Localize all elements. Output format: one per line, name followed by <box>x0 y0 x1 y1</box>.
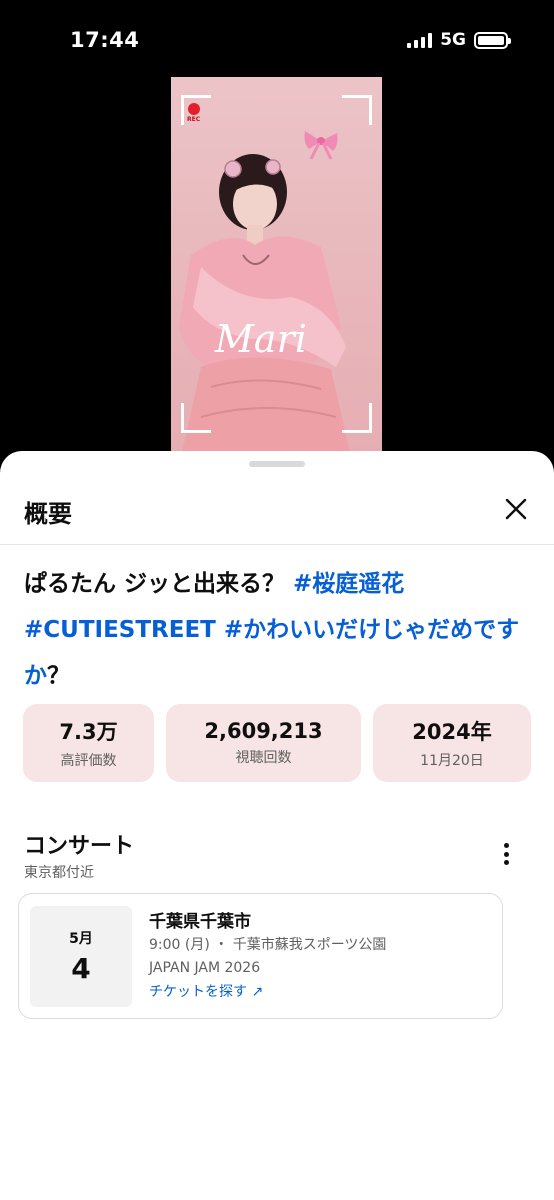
stat-value: 2,609,213 <box>204 719 323 743</box>
stat-label: 視聴回数 <box>235 750 292 766</box>
ribbon-icon <box>304 131 338 160</box>
frame-corner-top-left <box>181 95 211 125</box>
stat-date: 2024年 11月20日 <box>373 704 531 782</box>
description-sheet: 概要 ぱるたん ジッと出来る？ #桜庭遥花 #CUTIESTREET #かわいい… <box>0 451 554 1200</box>
status-bar: 17:44 5G <box>0 0 554 80</box>
description-text: ？ <box>47 663 70 689</box>
network-label: 5G <box>440 30 466 50</box>
event-date: 5月 4 <box>30 906 132 1007</box>
concert-event-card[interactable]: 5月 4 千葉県千葉市 9:00 (月) ・ 千葉市蘇我スポーツ公園 JAPAN… <box>18 893 503 1019</box>
hashtag-link[interactable]: #CUTIESTREET <box>24 617 216 643</box>
video-player[interactable]: REC Mari <box>171 77 382 457</box>
frame-corner-bottom-left <box>181 403 211 433</box>
stat-value: 2024年 <box>412 720 492 744</box>
more-vert-icon[interactable] <box>496 840 516 868</box>
stat-value: 7.3万 <box>59 720 118 744</box>
signal-icon <box>407 32 433 48</box>
stat-likes: 7.3万 高評価数 <box>23 704 154 782</box>
event-info: 千葉県千葉市 9:00 (月) ・ 千葉市蘇我スポーツ公園 JAPAN JAM … <box>149 910 386 1004</box>
stat-label: 高評価数 <box>60 753 117 769</box>
video-description: ぱるたん ジッと出来る？ #桜庭遥花 #CUTIESTREET #かわいいだけじ… <box>24 561 534 699</box>
event-city: 千葉県千葉市 <box>149 912 251 932</box>
hashtag-link[interactable]: #桜庭遥花 <box>293 571 404 597</box>
concert-section-title: コンサート <box>24 834 135 859</box>
status-time: 17:44 <box>70 28 140 52</box>
event-day: 4 <box>71 952 91 985</box>
stat-label: 11月20日 <box>420 753 484 769</box>
video-logo: Mari <box>215 317 307 361</box>
sheet-title: 概要 <box>24 500 72 528</box>
battery-icon <box>474 31 511 49</box>
event-time-venue: 9:00 (月) ・ 千葉市蘇我スポーツ公園 <box>149 937 387 953</box>
concert-location: 東京都付近 <box>24 865 94 881</box>
event-month: 5月 <box>69 931 93 947</box>
drag-handle[interactable] <box>249 461 305 467</box>
frame-corner-top-right <box>342 95 372 125</box>
stats-row: 7.3万 高評価数 2,609,213 視聴回数 2024年 11月20日 <box>23 704 533 782</box>
description-text: ぱるたん ジッと出来る？ <box>24 571 294 597</box>
person-illustration <box>179 154 351 457</box>
find-tickets-link[interactable]: チケットを探す ↗ <box>149 980 386 1004</box>
frame-corner-bottom-right <box>342 403 372 433</box>
status-icons: 5G <box>407 30 511 50</box>
event-name: JAPAN JAM 2026 <box>149 960 261 976</box>
sheet-header: 概要 <box>0 481 554 545</box>
close-icon[interactable] <box>504 497 528 521</box>
stat-views: 2,609,213 視聴回数 <box>166 704 361 782</box>
